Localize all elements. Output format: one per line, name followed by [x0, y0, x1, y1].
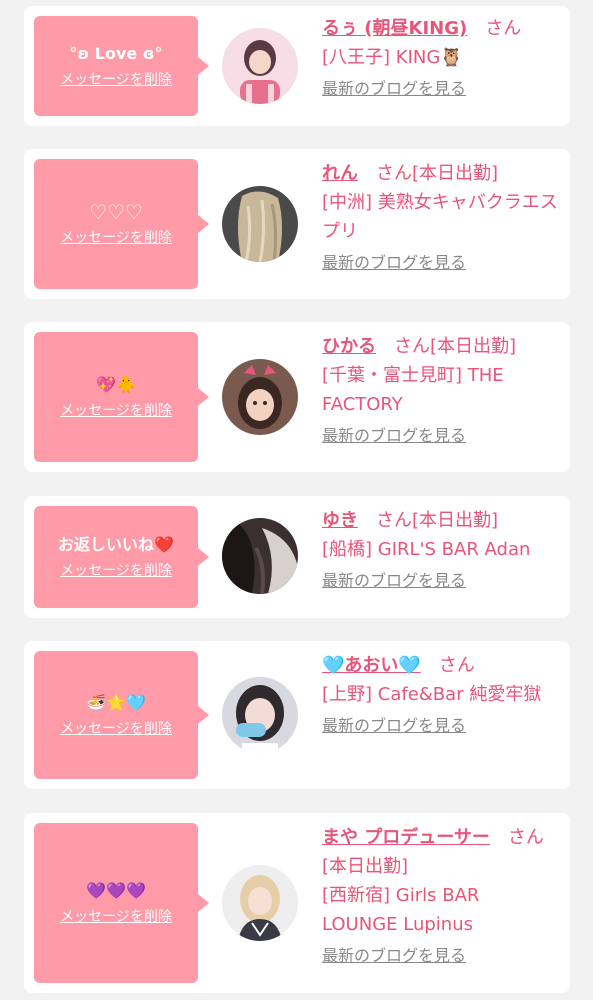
- delete-message-link[interactable]: メッセージを削除: [60, 908, 172, 926]
- message-card: ♡♡♡ メッセージを削除 れん さん[本日出勤] [中洲] 美熟女キャバクラエス…: [24, 149, 570, 299]
- latest-blog-link[interactable]: 最新のブログを見る: [322, 78, 466, 100]
- avatar-girl-pink-icon: [222, 28, 298, 104]
- delete-message-link[interactable]: メッセージを削除: [60, 229, 172, 247]
- sender-name-link[interactable]: ゆき: [322, 510, 358, 531]
- message-card: 💜💜💜 メッセージを削除 まや プロデューサー さん[本日出勤] [西新宿] G…: [24, 813, 570, 993]
- message-text: 🍜🌟🩵: [86, 693, 146, 712]
- message-bubble: ♡♡♡ メッセージを削除: [34, 159, 209, 289]
- delete-message-link[interactable]: メッセージを削除: [60, 720, 172, 738]
- message-bubble: 🍜🌟🩵 メッセージを削除: [34, 651, 209, 779]
- avatar-girl-blonde-icon: [222, 865, 298, 941]
- sender-info: 🩵あおい🩵 さん [上野] Cafe&Bar 純愛牢獄 最新のブログを見る: [322, 651, 560, 740]
- avatar-girl-ribbon-icon: [222, 359, 298, 435]
- sender-info: れん さん[本日出勤] [中洲] 美熟女キャバクラエスプリ 最新のブログを見る: [322, 159, 560, 277]
- sender-suffix: さん[本日出勤]: [376, 336, 517, 357]
- message-card: 🍜🌟🩵 メッセージを削除 🩵あおい🩵 さん [上野] Cafe&Bar 純愛牢獄…: [24, 641, 570, 789]
- sender-suffix: さん: [420, 655, 475, 676]
- sender-name-link[interactable]: れん: [322, 163, 358, 184]
- sender-suffix: さん[本日出勤]: [358, 163, 499, 184]
- avatar-hair-blonde-icon: [222, 186, 298, 262]
- delete-message-link[interactable]: メッセージを削除: [60, 71, 172, 89]
- message-card: お返しいいね❤️ メッセージを削除 ゆき さん[本日出勤] [船橋] GIRL'…: [24, 496, 570, 618]
- shop-name: [西新宿] Girls BAR LOUNGE Lupinus: [322, 885, 480, 935]
- sender-info: まや プロデューサー さん[本日出勤] [西新宿] Girls BAR LOUN…: [322, 823, 560, 970]
- message-text: 💖🐥: [96, 375, 136, 394]
- sender-name-link[interactable]: 🩵あおい🩵: [322, 655, 421, 676]
- avatar[interactable]: [222, 186, 298, 262]
- message-list: °ʚ Love ɞ° メッセージを削除 るぅ (朝昼KING) さん [八王子]…: [0, 0, 593, 1000]
- sender-name-link[interactable]: るぅ (朝昼KING): [322, 18, 467, 39]
- latest-blog-link[interactable]: 最新のブログを見る: [322, 715, 466, 737]
- shop-name: [千葉・富士見町] THE FACTORY: [322, 365, 504, 415]
- avatar-dark-hair-icon: [222, 518, 298, 594]
- sender-name-link[interactable]: ひかる: [322, 336, 376, 357]
- message-bubble: °ʚ Love ɞ° メッセージを削除: [34, 16, 209, 116]
- sender-info: ゆき さん[本日出勤] [船橋] GIRL'S BAR Adan 最新のブログを…: [322, 506, 560, 595]
- latest-blog-link[interactable]: 最新のブログを見る: [322, 425, 466, 447]
- sender-suffix: さん: [467, 18, 522, 39]
- shop-name: [上野] Cafe&Bar 純愛牢獄: [322, 684, 542, 705]
- message-text: お返しいいね❤️: [58, 535, 174, 554]
- message-card: °ʚ Love ɞ° メッセージを削除 るぅ (朝昼KING) さん [八王子]…: [24, 6, 570, 126]
- message-bubble: 💖🐥 メッセージを削除: [34, 332, 209, 462]
- message-bubble: 💜💜💜 メッセージを削除: [34, 823, 209, 983]
- avatar-girl-secret-icon: [222, 677, 298, 753]
- message-card: 💖🐥 メッセージを削除 ひかる さん[本日出勤] [千葉・富士見町] THE F…: [24, 322, 570, 472]
- latest-blog-link[interactable]: 最新のブログを見る: [322, 570, 466, 592]
- sender-suffix: さん[本日出勤]: [358, 510, 499, 531]
- message-text: °ʚ Love ɞ°: [69, 44, 163, 63]
- avatar[interactable]: [222, 677, 298, 753]
- delete-message-link[interactable]: メッセージを削除: [60, 562, 172, 580]
- sender-name-link[interactable]: まや プロデューサー: [322, 827, 490, 848]
- sender-info: ひかる さん[本日出勤] [千葉・富士見町] THE FACTORY 最新のブロ…: [322, 332, 560, 450]
- latest-blog-link[interactable]: 最新のブログを見る: [322, 945, 466, 967]
- message-text: ♡♡♡: [89, 200, 143, 224]
- shop-name: [中洲] 美熟女キャバクラエスプリ: [322, 192, 558, 242]
- shop-name: [八王子] KING🦉: [322, 47, 463, 68]
- latest-blog-link[interactable]: 最新のブログを見る: [322, 252, 466, 274]
- avatar[interactable]: [222, 28, 298, 104]
- sender-info: るぅ (朝昼KING) さん [八王子] KING🦉 最新のブログを見る: [322, 14, 560, 103]
- avatar[interactable]: [222, 359, 298, 435]
- avatar[interactable]: [222, 518, 298, 594]
- message-bubble: お返しいいね❤️ メッセージを削除: [34, 506, 209, 608]
- delete-message-link[interactable]: メッセージを削除: [60, 402, 172, 420]
- avatar[interactable]: [222, 865, 298, 941]
- message-text: 💜💜💜: [86, 881, 146, 900]
- shop-name: [船橋] GIRL'S BAR Adan: [322, 539, 531, 560]
